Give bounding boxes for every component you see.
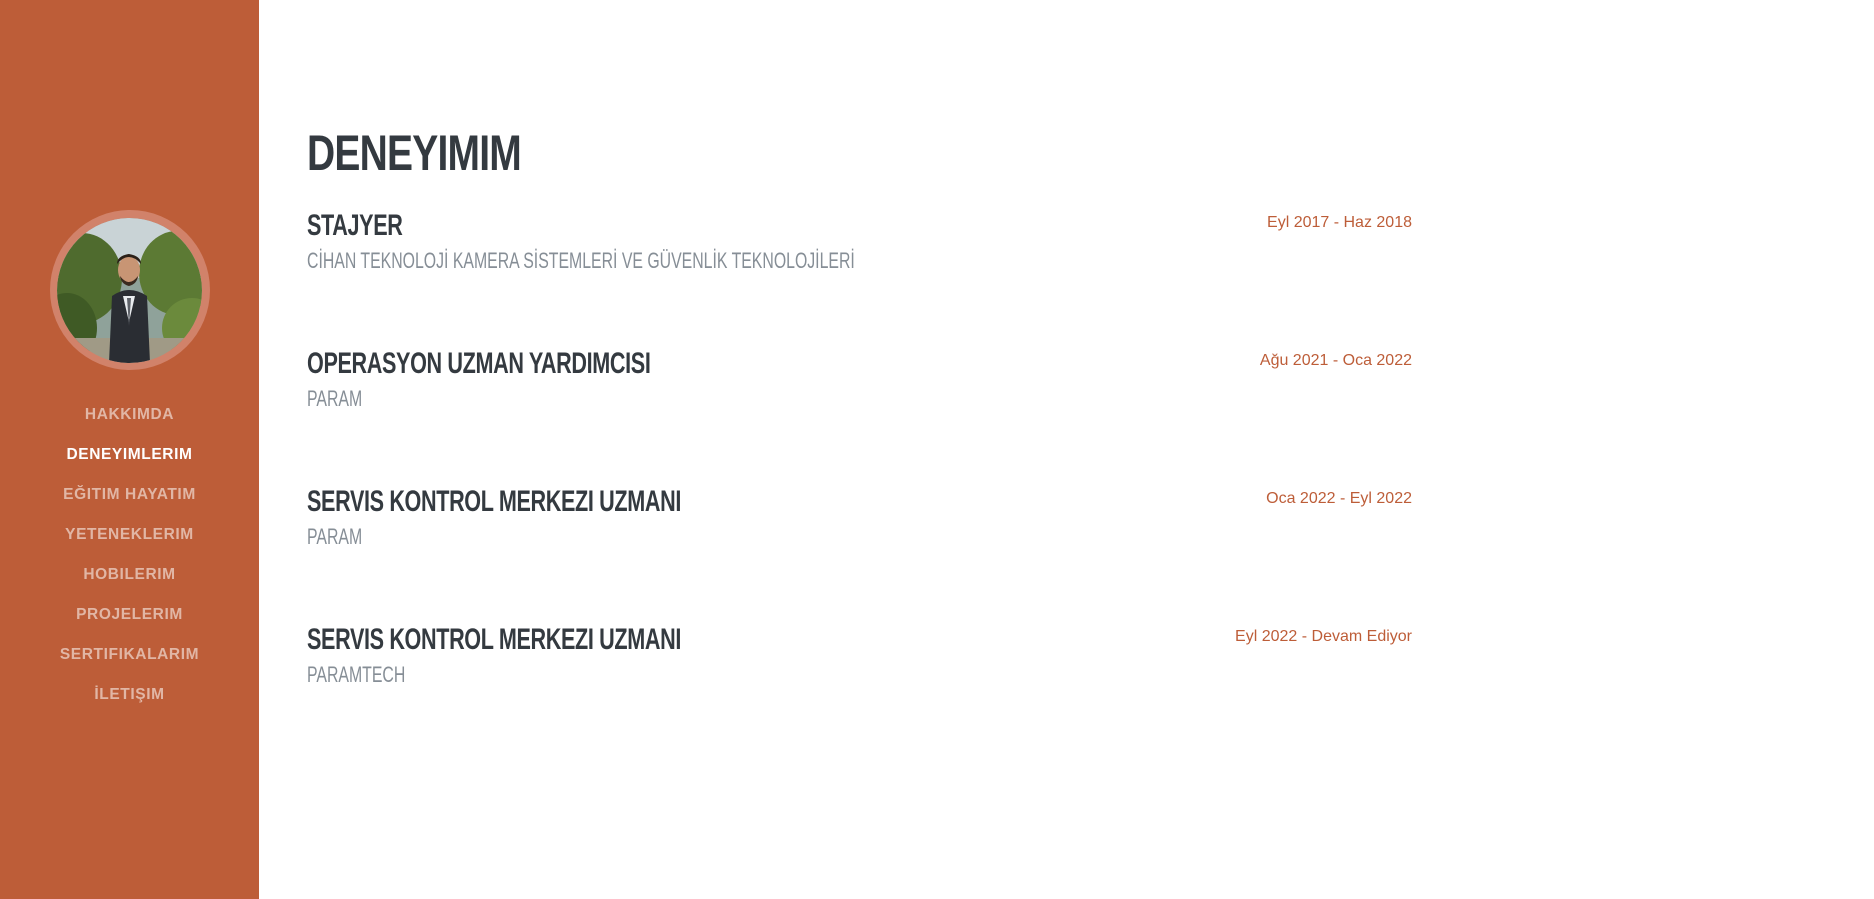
nav-link-iletisim[interactable]: İLETIŞIM: [94, 686, 164, 703]
experience-item: SERVIS KONTROL MERKEZI UZMANI PARAM Oca …: [307, 484, 1412, 622]
nav-link-hakkimda[interactable]: HAKKIMDA: [85, 406, 174, 423]
nav-item-projelerim: PROJELERIM: [0, 595, 259, 635]
experience-item: SERVIS KONTROL MERKEZI UZMANI PARAMTECH …: [307, 622, 1412, 760]
experience-company: PARAM: [307, 386, 363, 411]
sidebar: HAKKIMDA DENEYIMLERIM EĞITIM HAYATIM YET…: [0, 0, 259, 899]
nav-item-egitim-hayatim: EĞITIM HAYATIM: [0, 475, 259, 515]
nav-link-projelerim[interactable]: PROJELERIM: [76, 606, 183, 623]
experience-section: DENEYIMIM STAJYER CİHAN TEKNOLOJİ KAMERA…: [307, 0, 1412, 760]
avatar-frame: [49, 210, 210, 370]
avatar: [57, 217, 202, 363]
nav-link-yeteneklerim[interactable]: YETENEKLERIM: [65, 526, 194, 543]
nav-link-hobilerim[interactable]: HOBILERIM: [83, 566, 175, 583]
experience-company: PARAMTECH: [307, 662, 406, 687]
experience-title: STAJYER: [307, 209, 403, 242]
experience-company: CİHAN TEKNOLOJİ KAMERA SİSTEMLERİ VE GÜV…: [307, 248, 855, 273]
experience-company: PARAM: [307, 524, 363, 549]
experience-title: OPERASYON UZMAN YARDIMCISI: [307, 347, 651, 380]
nav-item-hobilerim: HOBILERIM: [0, 555, 259, 595]
experience-title: SERVIS KONTROL MERKEZI UZMANI: [307, 485, 681, 518]
nav-item-iletisim: İLETIŞIM: [0, 675, 259, 715]
experience-date: Eyl 2022 - Devam Ediyor: [1235, 628, 1412, 645]
nav-item-yeteneklerim: YETENEKLERIM: [0, 515, 259, 555]
experience-date: Eyl 2017 - Haz 2018: [1267, 214, 1412, 231]
nav-link-deneyimlerim[interactable]: DENEYIMLERIM: [66, 446, 192, 463]
sidebar-nav: HAKKIMDA DENEYIMLERIM EĞITIM HAYATIM YET…: [0, 395, 259, 715]
experience-title: SERVIS KONTROL MERKEZI UZMANI: [307, 623, 681, 656]
experience-item: STAJYER CİHAN TEKNOLOJİ KAMERA SİSTEMLER…: [307, 208, 1412, 346]
page-title: DENEYIMIM: [307, 125, 522, 181]
nav-item-deneyimlerim: DENEYIMLERIM: [0, 435, 259, 475]
nav-item-hakkimda: HAKKIMDA: [0, 395, 259, 435]
nav-link-egitim-hayatim[interactable]: EĞITIM HAYATIM: [63, 486, 196, 503]
nav-item-sertifikalarim: SERTIFIKALARIM: [0, 635, 259, 675]
experience-date: Ağu 2021 - Oca 2022: [1259, 352, 1412, 369]
nav-link-sertifikalarim[interactable]: SERTIFIKALARIM: [60, 646, 199, 663]
experience-date: Oca 2022 - Eyl 2022: [1266, 490, 1412, 507]
experience-item: OPERASYON UZMAN YARDIMCISI PARAM Ağu 202…: [307, 346, 1412, 484]
